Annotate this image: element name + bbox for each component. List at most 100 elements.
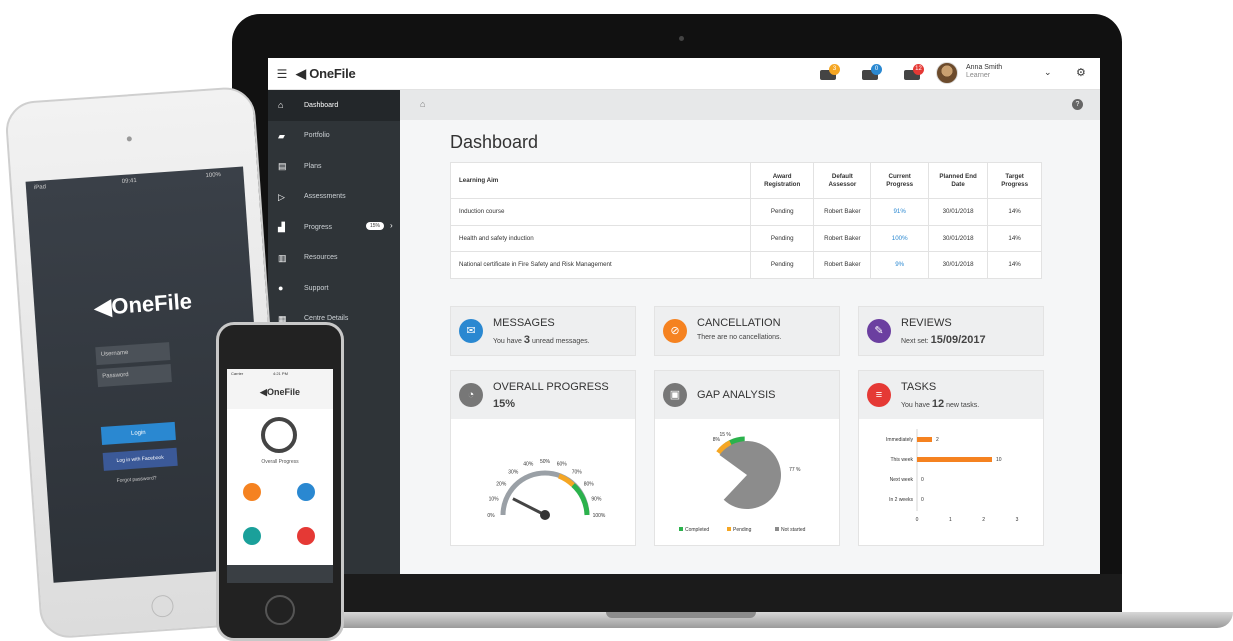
table-cell[interactable]: Induction course	[450, 198, 751, 226]
card-title: CANCELLATION	[697, 317, 781, 329]
tablet-brand: OneFile	[110, 288, 193, 319]
assessment-icon: ▷	[278, 191, 285, 202]
column-header[interactable]: Learning Aim	[450, 162, 751, 199]
phone-message-icon[interactable]	[297, 483, 315, 501]
column-header[interactable]: Current Progress	[870, 162, 929, 199]
login-button[interactable]: Login	[100, 421, 176, 445]
megaphone-icon[interactable]: 3	[820, 64, 840, 82]
chevron-down-icon[interactable]: ⌄	[1044, 67, 1052, 78]
forgot-password-link[interactable]: Forgot password?	[116, 475, 156, 484]
pie-data-label: 77 %	[789, 467, 801, 473]
stage: ☰ ◀ OneFile 3 0 12 Anna Smith Learner ⌄ ⚙…	[0, 0, 1233, 641]
table-header-row: Learning Aim Award Registration Default …	[450, 162, 1042, 199]
legend-label: Completed	[685, 527, 709, 533]
table-cell[interactable]: National certificate in Fire Safety and …	[450, 251, 751, 279]
username-field[interactable]: Username	[95, 342, 171, 366]
gauge-tick-label: 40%	[523, 462, 534, 468]
notification-badge: 0	[871, 64, 882, 75]
card-title: OVERALL PROGRESS	[493, 381, 609, 393]
sidebar-item-label: Progress	[304, 223, 333, 231]
gauge-tick-label: 10%	[489, 496, 500, 502]
gauge-needle	[512, 497, 546, 517]
gap-pie-chart: 15 %8% 77 % Completed Pending Not started	[679, 432, 806, 533]
reviews-card[interactable]: ✎ REVIEWS Next set: 15/09/2017	[858, 306, 1044, 356]
sidebar-item-progress[interactable]: ▟ Progress 15% ›	[268, 212, 400, 243]
notification-badge: 3	[829, 64, 840, 75]
menu-icon[interactable]: ☰	[268, 67, 296, 81]
gauge-icon: ◔	[459, 383, 483, 407]
table-row[interactable]: Induction course Pending Robert Baker 91…	[450, 198, 1042, 226]
logo-mark-icon: ◀	[296, 65, 306, 81]
column-header[interactable]: Default Assessor	[813, 162, 872, 199]
table-cell: Robert Baker	[813, 224, 872, 252]
table-cell[interactable]: Health and safety induction	[450, 224, 751, 252]
user-name: Anna Smith	[966, 64, 1003, 71]
notification-badge: 12	[913, 64, 924, 75]
sidebar-item-assessments[interactable]: ▷ Assessments	[268, 182, 400, 213]
help-icon[interactable]: ?	[1072, 99, 1083, 110]
home-icon[interactable]: ⌂	[420, 99, 425, 109]
overall-progress-card[interactable]: ◔ OVERALL PROGRESS 15% 0% 10% 20% 30% 40% 50%…	[450, 370, 636, 546]
tablet-camera	[126, 136, 132, 142]
table-cell: Robert Baker	[813, 198, 872, 226]
table-cell: Pending	[749, 224, 815, 252]
phone-cancel-icon[interactable]	[243, 483, 261, 501]
progress-gauge: 0% 10% 20%30% 40% 50% 60% 70%80% 90% 100%	[487, 459, 606, 520]
laptop-chin	[232, 574, 1122, 614]
table-cell: 30/01/2018	[927, 198, 989, 226]
card-title: REVIEWS	[901, 317, 952, 329]
review-date: 15/09/2017	[930, 334, 986, 346]
column-header[interactable]: Award Registration	[749, 162, 815, 199]
sidebar-item-portfolio[interactable]: ▰ Portfolio	[268, 121, 400, 152]
password-field[interactable]: Password	[96, 364, 172, 388]
card-subtitle: You have 3 unread messages.	[493, 334, 590, 346]
card-title: GAP ANALYSIS	[697, 389, 776, 401]
gauge-tick-label: 30%	[508, 469, 519, 475]
sidebar-item-resources[interactable]: ▥ Resources	[268, 243, 400, 274]
legend-swatch	[727, 527, 731, 531]
tasks-card[interactable]: ≡ TASKS You have 12 new tasks. Immediate…	[858, 370, 1044, 546]
sidebar-item-label: Portfolio	[304, 132, 330, 140]
table-cell[interactable]: 9%	[870, 251, 929, 279]
table-row[interactable]: National certificate in Fire Safety and …	[450, 251, 1042, 279]
messages-card[interactable]: ✉ MESSAGES You have 3 unread messages.	[450, 306, 636, 356]
gap-analysis-card[interactable]: ▣ GAP ANALYSIS 15 % 8% 77 % Completed Pendi…	[654, 370, 840, 546]
column-header[interactable]: Target Progress	[987, 162, 1042, 199]
table-row[interactable]: Health and safety induction Pending Robe…	[450, 224, 1042, 252]
phone-tasks-icon[interactable]	[297, 527, 315, 545]
tablet-status-battery: 100%	[205, 172, 222, 180]
table-cell[interactable]: 100%	[870, 224, 929, 252]
sidebar-item-dashboard[interactable]: ⌂ Dashboard	[268, 90, 400, 121]
phone-brand: OneFile	[266, 387, 300, 397]
task-category-label: Immediately	[886, 437, 913, 443]
brand-logo[interactable]: ◀ OneFile	[296, 66, 356, 82]
pencil-icon: ✎	[867, 319, 891, 343]
laptop-notch	[606, 612, 756, 618]
gear-icon[interactable]: ⚙	[1076, 66, 1086, 79]
phone-pencil-icon[interactable]	[243, 527, 261, 545]
card-header: ⊘ CANCELLATION There are no cancellation…	[655, 307, 839, 355]
tablet-home-button[interactable]	[150, 594, 175, 618]
task-category-label: This week	[890, 457, 913, 463]
table-cell: Robert Baker	[813, 251, 872, 279]
gauge-hub	[540, 510, 550, 520]
phone-home-button[interactable]	[265, 595, 295, 625]
sidebar-item-support[interactable]: ● Support	[268, 273, 400, 304]
task-bar	[917, 457, 992, 462]
column-header[interactable]: Planned End Date	[927, 162, 989, 199]
user-info[interactable]: Anna Smith Learner	[966, 64, 1002, 80]
tablet-status-carrier: iPad	[33, 184, 47, 192]
phone-subtitle: Overall Progress	[261, 459, 299, 465]
table-cell[interactable]: 91%	[870, 198, 929, 226]
facebook-login-button[interactable]: Log in with Facebook	[102, 447, 178, 471]
envelope-icon: ✉	[459, 319, 483, 343]
gauge-tick-label: 80%	[584, 481, 595, 487]
home-icon: ⌂	[278, 100, 284, 111]
sidebar-item-plans[interactable]: ▤ Plans	[268, 151, 400, 182]
cancellation-card[interactable]: ⊘ CANCELLATION There are no cancellation…	[654, 306, 840, 356]
phone-status-carrier: Carrier	[231, 371, 244, 376]
message-icon[interactable]: 0	[862, 64, 882, 82]
page-title: Dashboard	[450, 132, 539, 152]
avatar[interactable]	[936, 62, 958, 84]
tasks-icon[interactable]: 12	[904, 64, 924, 82]
